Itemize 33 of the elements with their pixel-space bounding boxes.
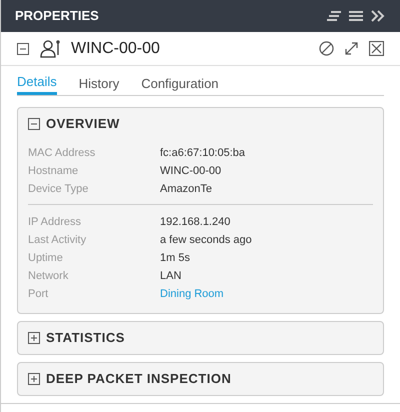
field-label: MAC Address xyxy=(28,146,96,161)
double-chevron-icon[interactable] xyxy=(370,10,386,22)
collapse-toggle[interactable] xyxy=(17,42,29,54)
field-label: Network xyxy=(28,268,70,284)
device-name: WINC-00-00 xyxy=(71,38,161,58)
tab[interactable]: History xyxy=(78,72,120,95)
section-toggle[interactable] xyxy=(28,332,40,344)
field-value: a few seconds ago xyxy=(160,232,252,248)
field-value: WINC-00-00 xyxy=(160,164,222,179)
field-value: 1m 5s xyxy=(160,250,190,266)
field-value: AmazonTe xyxy=(160,182,212,197)
user-icon xyxy=(39,38,61,58)
field-label: IP Address xyxy=(28,214,82,230)
close-icon[interactable] xyxy=(369,41,384,56)
field-value: 192.168.1.240 xyxy=(160,214,230,230)
field-value: LAN xyxy=(160,268,182,284)
sort-icon[interactable] xyxy=(326,10,342,22)
expand-icon[interactable] xyxy=(344,41,359,56)
field-label: Uptime xyxy=(28,250,64,266)
tab[interactable]: Configuration xyxy=(141,72,219,95)
section-toggle[interactable] xyxy=(28,373,40,385)
field-label: Device Type xyxy=(28,182,90,197)
section-title[interactable]: DEEP PACKET INSPECTION xyxy=(46,369,232,389)
field-label: Last Activity xyxy=(28,232,88,248)
field-value: fc:a6:67:10:05:ba xyxy=(160,146,246,161)
block-icon[interactable] xyxy=(319,41,334,56)
section-title[interactable]: OVERVIEW xyxy=(46,114,120,134)
menu-icon[interactable] xyxy=(348,10,364,22)
section-title[interactable]: STATISTICS xyxy=(46,328,125,348)
field-label: Port xyxy=(28,286,50,302)
field-label: Hostname xyxy=(28,164,80,179)
section-toggle[interactable] xyxy=(28,118,40,130)
panel-title: PROPERTIES xyxy=(15,7,99,26)
